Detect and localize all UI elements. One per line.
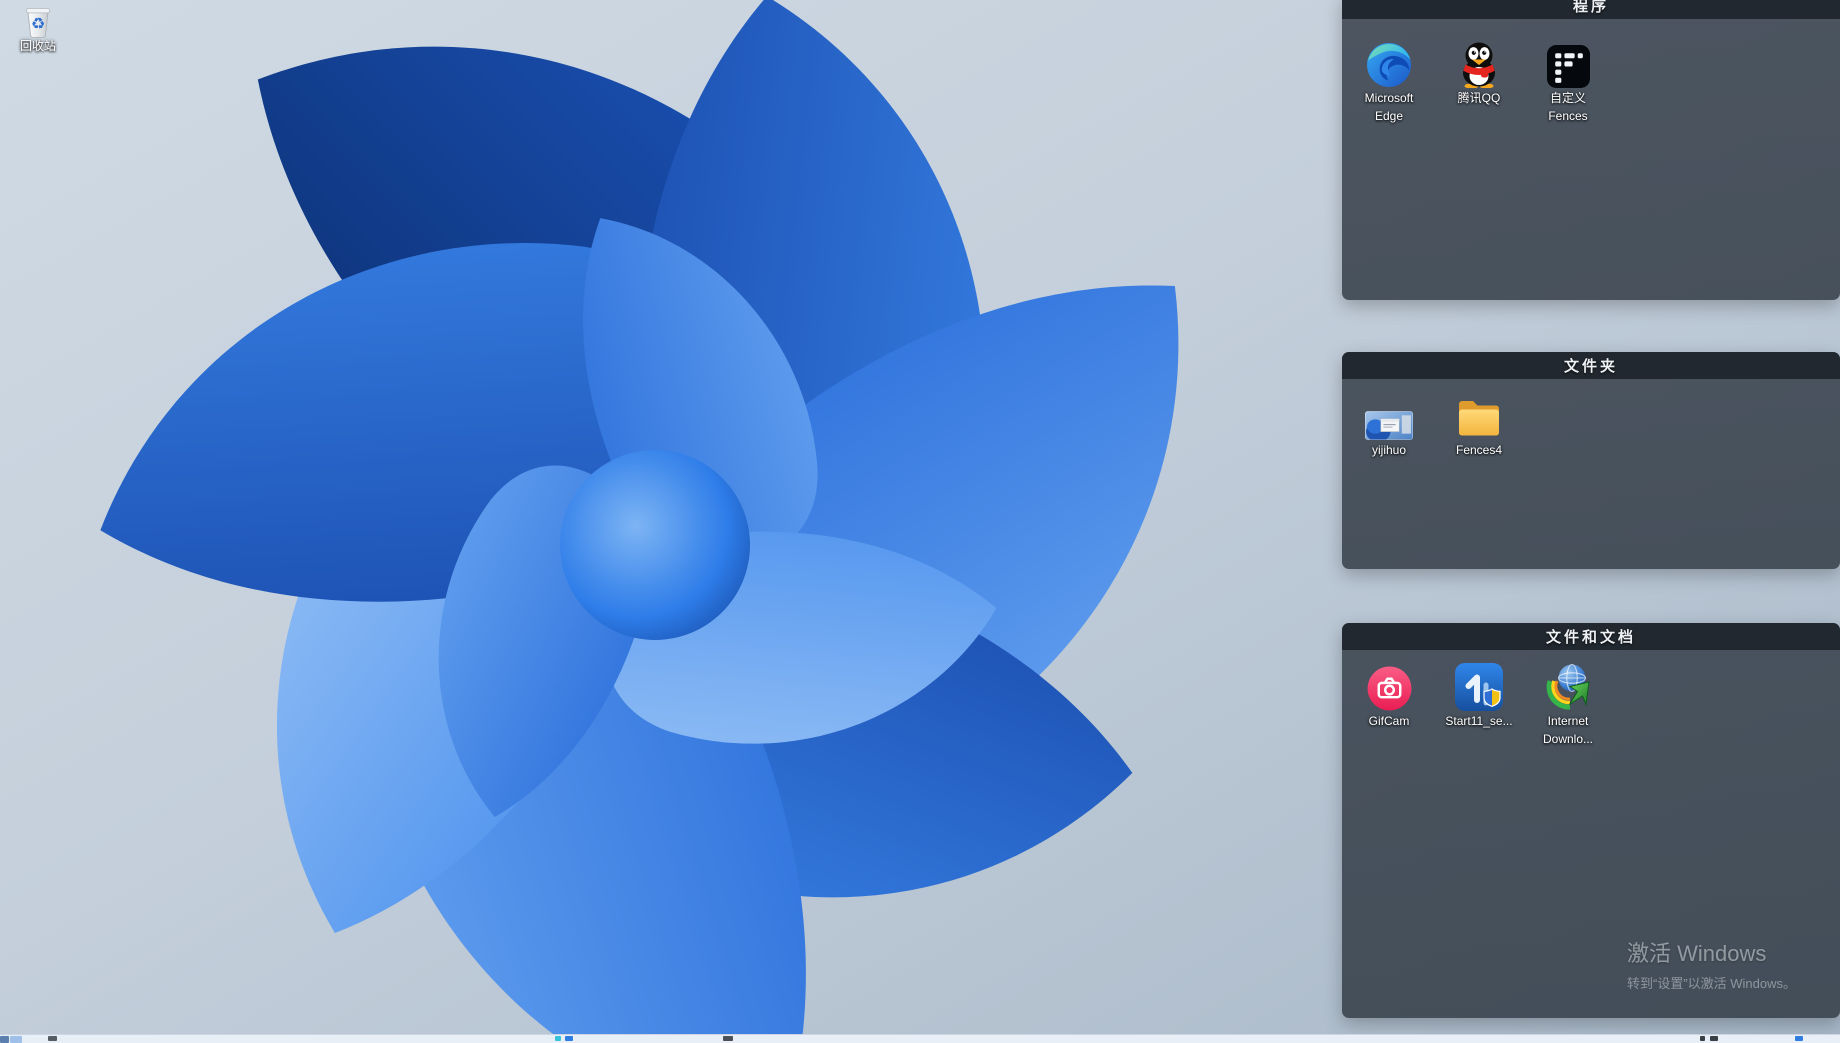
taskbar-icon-fragment[interactable] bbox=[723, 1036, 733, 1041]
idm-icon bbox=[1543, 661, 1593, 711]
shortcut-start11-setup[interactable]: Start11_se... bbox=[1437, 661, 1521, 729]
shortcut-label: Downlo... bbox=[1543, 732, 1593, 747]
shortcut-microsoft-edge[interactable]: Microsoft Edge bbox=[1347, 38, 1431, 124]
recycle-bin-label: 回收站 bbox=[20, 39, 56, 54]
fence-folders-header[interactable]: 文件夹 bbox=[1342, 352, 1840, 379]
shortcut-gifcam[interactable]: GifCam bbox=[1347, 661, 1431, 729]
fence-programs-header[interactable]: 程序 bbox=[1342, 0, 1840, 19]
shortcut-fences4-folder[interactable]: Fences4 bbox=[1437, 390, 1521, 458]
shortcut-tencent-qq[interactable]: 腾讯QQ bbox=[1437, 38, 1521, 106]
shortcut-label: Start11_se... bbox=[1445, 714, 1512, 729]
fence-files-docs-header[interactable]: 文件和文档 bbox=[1342, 623, 1840, 650]
recycle-bin[interactable]: ♻ 回收站 bbox=[6, 2, 70, 54]
fence-files-docs: 文件和文档 GifCam bbox=[1342, 623, 1840, 1018]
taskbar-icon-fragment[interactable] bbox=[1795, 1036, 1803, 1041]
shortcut-label: 自定义 bbox=[1550, 91, 1586, 106]
folder-icon bbox=[1456, 396, 1502, 440]
fence-folders: 文件夹 bbox=[1342, 352, 1840, 569]
taskbar-icon-fragment[interactable] bbox=[565, 1036, 573, 1041]
fences-icon bbox=[1547, 45, 1590, 88]
yijihuo-thumbnail-icon bbox=[1365, 411, 1413, 440]
taskbar-icon-fragment[interactable] bbox=[0, 1036, 9, 1043]
shortcut-label: Edge bbox=[1375, 109, 1403, 124]
gifcam-icon bbox=[1367, 666, 1412, 711]
start11-icon bbox=[1455, 663, 1503, 711]
shortcut-internet-download-manager[interactable]: Internet Downlo... bbox=[1526, 661, 1610, 747]
taskbar-icon-fragment[interactable] bbox=[555, 1036, 561, 1041]
taskbar-icon-fragment[interactable] bbox=[1700, 1036, 1705, 1041]
shortcut-label: Microsoft bbox=[1365, 91, 1414, 106]
qq-icon bbox=[1456, 40, 1502, 88]
shortcut-yijihuo[interactable]: yijihuo bbox=[1347, 390, 1431, 458]
fence-programs: 程序 Micro bbox=[1342, 0, 1840, 300]
taskbar-icon-fragment[interactable] bbox=[10, 1036, 22, 1043]
shortcut-label: yijihuo bbox=[1372, 443, 1406, 458]
taskbar-icon-fragment[interactable] bbox=[1710, 1036, 1718, 1041]
taskbar-icon-fragment[interactable] bbox=[48, 1036, 57, 1041]
svg-text:♻: ♻ bbox=[31, 14, 45, 33]
shortcut-label: GifCam bbox=[1369, 714, 1410, 729]
shortcut-label: Internet bbox=[1548, 714, 1589, 729]
taskbar[interactable] bbox=[0, 1034, 1840, 1043]
shortcut-label: Fences bbox=[1548, 109, 1587, 124]
edge-icon bbox=[1366, 42, 1412, 88]
recycle-bin-icon: ♻ bbox=[22, 2, 54, 39]
shortcut-label: 腾讯QQ bbox=[1458, 91, 1501, 106]
desktop: ♻ 回收站 程序 bbox=[0, 0, 1840, 1043]
shortcut-label: Fences4 bbox=[1456, 443, 1502, 458]
shortcut-custom-fences[interactable]: 自定义 Fences bbox=[1526, 38, 1610, 124]
